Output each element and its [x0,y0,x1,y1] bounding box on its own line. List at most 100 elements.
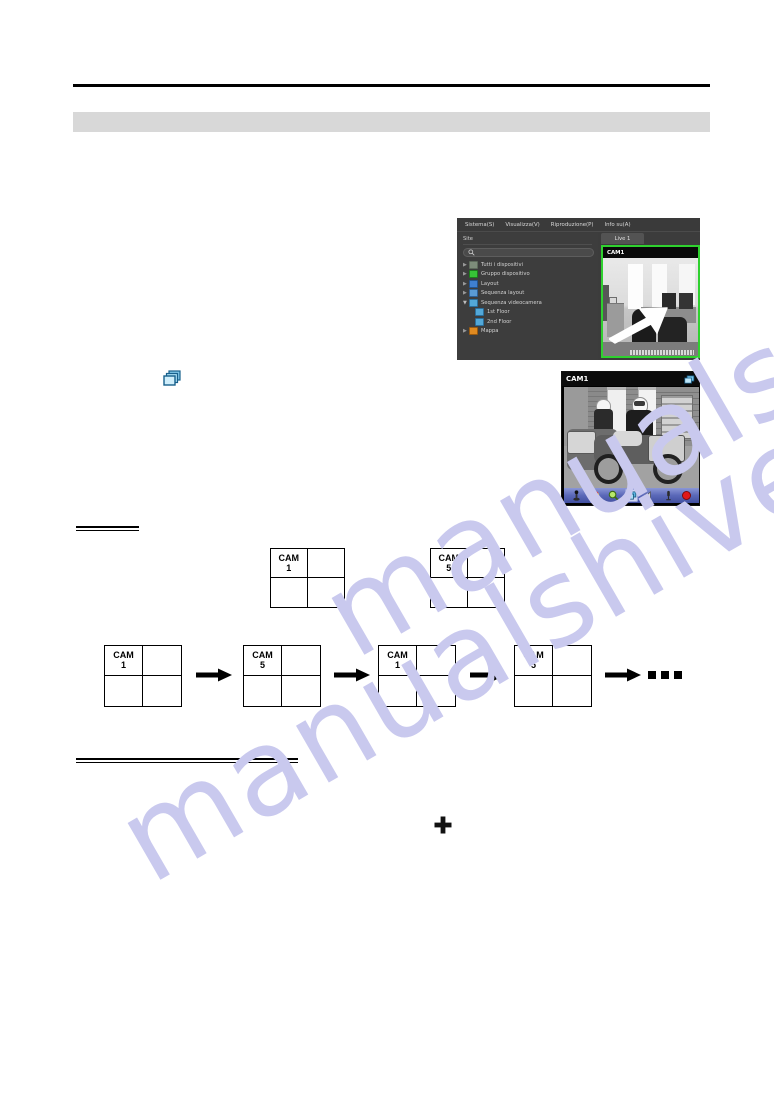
grid-cell-camera-label: CAM 1 [105,650,142,670]
grid-cell [467,549,504,578]
tree-item-label: 2nd Floor [487,318,512,325]
tree-item-gruppo-dispositivo[interactable]: ▶ Gruppo dispositivo [463,270,594,280]
cam-number: 5 [446,563,452,573]
grid-cell-active: CAM 1 [105,646,143,676]
grid-cell [417,646,455,676]
grid-cell-camera-label: CAM 1 [379,650,416,670]
grid-cell [515,676,553,706]
section-divider-long [76,758,298,763]
callout-arrow-icon [608,306,669,344]
camera-sequence-stack-icon [162,370,182,388]
menu-item-riproduzione[interactable]: Riproduzione(P) [551,222,594,228]
cam-text: CAM [113,650,134,660]
camera-toolbar [564,488,699,503]
tree-item-label: Gruppo dispositivo [481,271,530,278]
grid-cell-camera-label: CAM 5 [515,650,552,670]
grid-cell [307,549,344,578]
grid-cell [379,676,417,706]
record-icon[interactable] [680,489,693,502]
grid-cell-camera-label: CAM 1 [271,553,307,573]
cam-text: CAM [252,650,273,660]
menu-bar: Sistema(S) Visualizza(V) Riproduzione(P)… [457,218,700,232]
speaker-icon[interactable] [643,489,656,502]
section-divider-short [76,526,139,531]
camera-titlebar: CAM1 [562,372,699,386]
microphone-icon[interactable] [662,489,675,502]
cam-text: CAM [438,553,460,563]
grid-cell [553,676,591,706]
grid-cell-active: CAM 5 [515,646,553,676]
grid-cell [271,578,308,607]
search-icon [468,249,475,256]
grid-cell [468,578,505,607]
page-top-rule [73,84,710,87]
grid-cell-camera-label: CAM 5 [244,650,281,670]
map-icon [469,327,478,336]
device-group-icon [469,270,478,279]
site-panel: Site ▶ Tutti i dispositivi ▶ Gruppo disp… [457,233,598,360]
grid-cell [143,646,181,676]
tree-item-label: Tutti i dispositivi [481,261,523,268]
cam-text: CAM [387,650,408,660]
tree-item-sequenza-layout[interactable]: ▶ Sequenza layout [463,289,594,299]
tree-item-mappa[interactable]: ▶ Mappa [463,327,594,337]
tree-item-label: 1st Floor [487,309,510,316]
layers-icon[interactable] [624,489,638,502]
grid-cell [105,676,143,706]
grid-cell [244,676,282,706]
sequence-step-2: CAM 5 [243,645,321,707]
tree-item-label: Mappa [481,328,499,335]
camera-sequence-icon [469,298,478,307]
cam-number: 1 [394,660,400,670]
site-panel-title: Site [463,236,473,242]
tree-item-tutti-i-dispositivi[interactable]: ▶ Tutti i dispositivi [463,260,594,270]
grid-cell-active: CAM 1 [379,646,417,676]
grid-cell [308,578,345,607]
menu-item-visualizza[interactable]: Visualizza(V) [505,222,539,228]
arrow-right-icon [334,668,370,687]
tree-item-label: Layout [481,280,499,287]
search-input[interactable] [463,248,594,257]
color-wheel-icon[interactable] [588,489,601,502]
devices-icon [469,260,478,269]
video-pane-titlebar: CAM1 [603,247,698,258]
tree-item-label: Sequenza layout [481,290,525,297]
cam-text: CAM [278,553,300,563]
zoom-icon[interactable] [607,489,620,502]
grid-cell-active: CAM 5 [244,646,282,676]
page-watermark: manualshive.com manualshive.com [0,0,774,1094]
arrow-right-icon [605,668,641,687]
tree-item-1st-floor[interactable]: 1st Floor [463,308,594,318]
tab-live-1[interactable]: Live 1 [601,233,644,244]
video-pane-title: CAM1 [607,249,625,256]
camera-view-screenshot: CAM1 [561,371,700,506]
site-panel-divider [463,244,592,245]
menu-item-sistema[interactable]: Sistema(S) [465,222,494,228]
tree-item-layout[interactable]: ▶ Layout [463,279,594,289]
cam-text: CAM [523,650,544,660]
camera-sequence-icon [475,308,484,317]
menu-item-info-su[interactable]: Info su(A) [605,222,631,228]
cam-number: 5 [530,660,536,670]
tab-label: Live 1 [614,235,631,242]
grid-cell [431,578,468,607]
grid-cell [282,646,320,676]
sequence-ellipsis [648,671,682,679]
tree-item-2nd-floor[interactable]: 2nd Floor [463,317,594,327]
camera-title: CAM1 [566,375,589,383]
camera-sequence-icon [475,317,484,326]
grid-cell [282,676,320,706]
page-header-band [73,112,710,132]
grid-cell-active: CAM 5 [431,549,468,578]
grid-cell [417,676,455,706]
ptz-joystick-icon[interactable] [570,489,583,502]
cam-number: 1 [120,660,126,670]
video-timestamp-overlay [629,350,695,355]
layers-icon[interactable] [684,372,695,389]
sequence-step-1: CAM 1 [104,645,182,707]
layout-grid-example-1: CAM 1 [270,548,345,608]
layout-sequence-icon [469,289,478,298]
cam-number: 1 [286,563,292,573]
tree-item-sequenza-videocamera[interactable]: ▼ Sequenza videocamera [463,298,594,308]
plus-icon [433,815,453,835]
